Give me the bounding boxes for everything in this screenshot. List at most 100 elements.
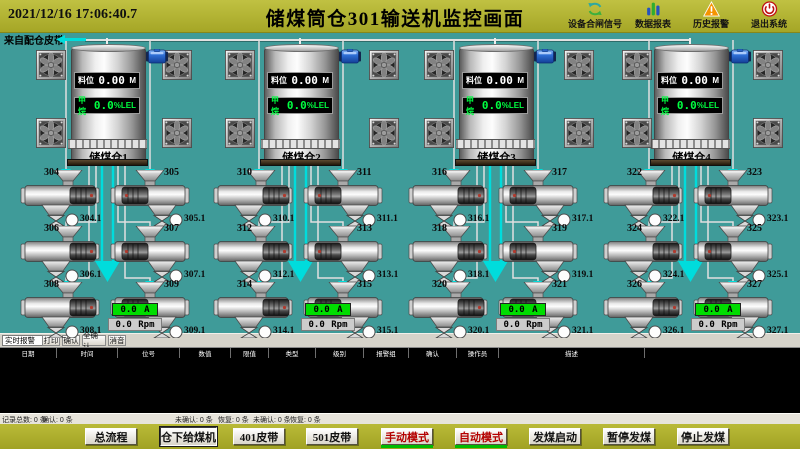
nav-button-1[interactable]: 仓下给煤机 (160, 427, 217, 446)
fan-icon (564, 118, 594, 148)
level-unit: M (712, 76, 719, 85)
alarm-column-header: 位号 (118, 348, 180, 358)
header-button-2[interactable]: 历史报警 (682, 1, 740, 30)
methane-display: 甲烷 0.0 %LEL (74, 97, 140, 114)
fan-icon (36, 118, 66, 148)
motor-icon (146, 49, 168, 69)
feeder-unit-318[interactable]: 318 318.1 (408, 226, 496, 282)
feeder-unit-306[interactable]: 306 306.1 (20, 226, 108, 282)
feeder-unit-307[interactable]: 307 307.1 (110, 226, 198, 282)
feeder-tag: 304 (44, 167, 59, 178)
header-button-label: 数据报表 (635, 17, 671, 30)
alarm-column-header: 类型 (269, 348, 316, 358)
rpm-unit: Rpm (331, 320, 347, 330)
ammeter-value: 0.0 (508, 305, 524, 315)
nav-button-8[interactable]: 停止发煤 (677, 428, 729, 445)
valve-tag: 319.1 (572, 270, 593, 280)
header-button-label: 设备合闸信号 (568, 17, 622, 30)
feeder-unit-308[interactable]: 308 308.1 (20, 282, 108, 338)
feeder-unit-304[interactable]: 304 304.1 (20, 170, 108, 226)
fan-icon (424, 118, 454, 148)
feeder-unit-317[interactable]: 317 317.1 (498, 170, 586, 226)
valve-tag: 320.1 (468, 326, 489, 336)
feeder-tag: 326 (627, 279, 642, 290)
fan-icon (753, 118, 783, 148)
methane-label: 甲烷 (78, 95, 94, 117)
feeder-unit-326[interactable]: 326 326.1 (603, 282, 691, 338)
feeder-unit-323[interactable]: 323 323.1 (693, 170, 781, 226)
feeder-unit-319[interactable]: 319 319.1 (498, 226, 586, 282)
level-display: 料位 0.00 M (462, 72, 528, 89)
header-button-1[interactable]: 数据报表 (624, 1, 682, 30)
feeder-unit-305[interactable]: 305 305.1 (110, 170, 198, 226)
level-display: 料位 0.00 M (267, 72, 333, 89)
coal-silo[interactable]: 料位 0.00 M 甲烷 0.0 %LEL 储煤仓4 (654, 46, 729, 161)
valve-tag: 316.1 (468, 214, 489, 224)
fan-icon (225, 50, 255, 80)
coal-silo[interactable]: 料位 0.00 M 甲烷 0.0 %LEL 储煤仓1 (71, 46, 146, 161)
ammeter-display: 0.0 A (695, 303, 741, 316)
valve-tag: 318.1 (468, 270, 489, 280)
valve-tag: 304.1 (80, 214, 101, 224)
power-exit-icon (761, 1, 778, 17)
feeder-tag: 319 (552, 223, 567, 234)
alarm-column-header: 日期 (0, 348, 57, 358)
feeder-tag: 305 (164, 167, 179, 178)
nav-button-0[interactable]: 总流程 (85, 428, 137, 445)
alarm-column-header: 数值 (180, 348, 231, 358)
nav-button-5[interactable]: 自动模式 (455, 428, 507, 445)
methane-value: 0.0 (287, 99, 307, 112)
methane-value: 0.0 (94, 99, 114, 112)
feeder-tag: 327 (747, 279, 762, 290)
feeder-unit-325[interactable]: 325 325.1 (693, 226, 781, 282)
sync-arrows-icon (586, 1, 604, 17)
feeder-unit-324[interactable]: 324 324.1 (603, 226, 691, 282)
feeder-unit-316[interactable]: 316 316.1 (408, 170, 496, 226)
nav-button-2[interactable]: 401皮带 (233, 428, 285, 445)
rpm-value: 0.0 (308, 320, 324, 330)
valve-tag: 317.1 (572, 214, 593, 224)
nav-button-3[interactable]: 501皮带 (306, 428, 358, 445)
coal-silo[interactable]: 料位 0.00 M 甲烷 0.0 %LEL 储煤仓2 (264, 46, 339, 161)
header-button-3[interactable]: 退出系统 (740, 1, 798, 30)
methane-value: 0.0 (677, 99, 697, 112)
feeder-unit-314[interactable]: 314 314.1 (213, 282, 301, 338)
coal-silo[interactable]: 料位 0.00 M 甲烷 0.0 %LEL 储煤仓3 (459, 46, 534, 161)
fan-icon (369, 118, 399, 148)
valve-tag: 308.1 (80, 326, 101, 336)
methane-unit: %LEL (502, 101, 524, 110)
fan-icon (36, 50, 66, 80)
silo-flange (68, 139, 147, 149)
feeder-tag: 318 (432, 223, 447, 234)
header-button-group: 设备合闸信号 数据报表 历史报警 退出系统 (566, 1, 798, 30)
feeder-unit-320[interactable]: 320 320.1 (408, 282, 496, 338)
alarm-column-header: 报警组 (364, 348, 409, 358)
motor-icon (534, 49, 556, 69)
silo-discharge-manifold (67, 159, 148, 166)
fan-icon (753, 50, 783, 80)
valve-tag: 324.1 (663, 270, 684, 280)
alarm-warning-icon (703, 1, 720, 17)
valve-tag: 326.1 (663, 326, 684, 336)
valve-tag: 322.1 (663, 214, 684, 224)
feeder-tag: 324 (627, 223, 642, 234)
feeder-unit-313[interactable]: 313 313.1 (303, 226, 391, 282)
feeder-unit-312[interactable]: 312 312.1 (213, 226, 301, 282)
nav-button-4[interactable]: 手动模式 (381, 428, 433, 445)
valve-tag: 315.1 (377, 326, 398, 336)
methane-display: 甲烷 0.0 %LEL (462, 97, 528, 114)
feeder-unit-310[interactable]: 310 310.1 (213, 170, 301, 226)
header-button-0[interactable]: 设备合闸信号 (566, 1, 624, 30)
alarm-column-header: 操作员 (457, 348, 499, 358)
feeder-unit-311[interactable]: 311 311.1 (303, 170, 391, 226)
valve-tag: 327.1 (767, 326, 788, 336)
silo-discharge-manifold (260, 159, 341, 166)
ammeter-value: 0.0 (120, 305, 136, 315)
level-unit: M (517, 76, 524, 85)
ammeter-value: 0.0 (703, 305, 719, 315)
nav-button-6[interactable]: 发煤启动 (529, 428, 581, 445)
feeder-unit-322[interactable]: 322 322.1 (603, 170, 691, 226)
level-label: 料位 (466, 75, 482, 86)
title-bar: 2021/12/16 17:06:40.7 储煤筒仓301输送机监控画面 设备合… (0, 0, 800, 33)
nav-button-7[interactable]: 暂停发煤 (603, 428, 655, 445)
